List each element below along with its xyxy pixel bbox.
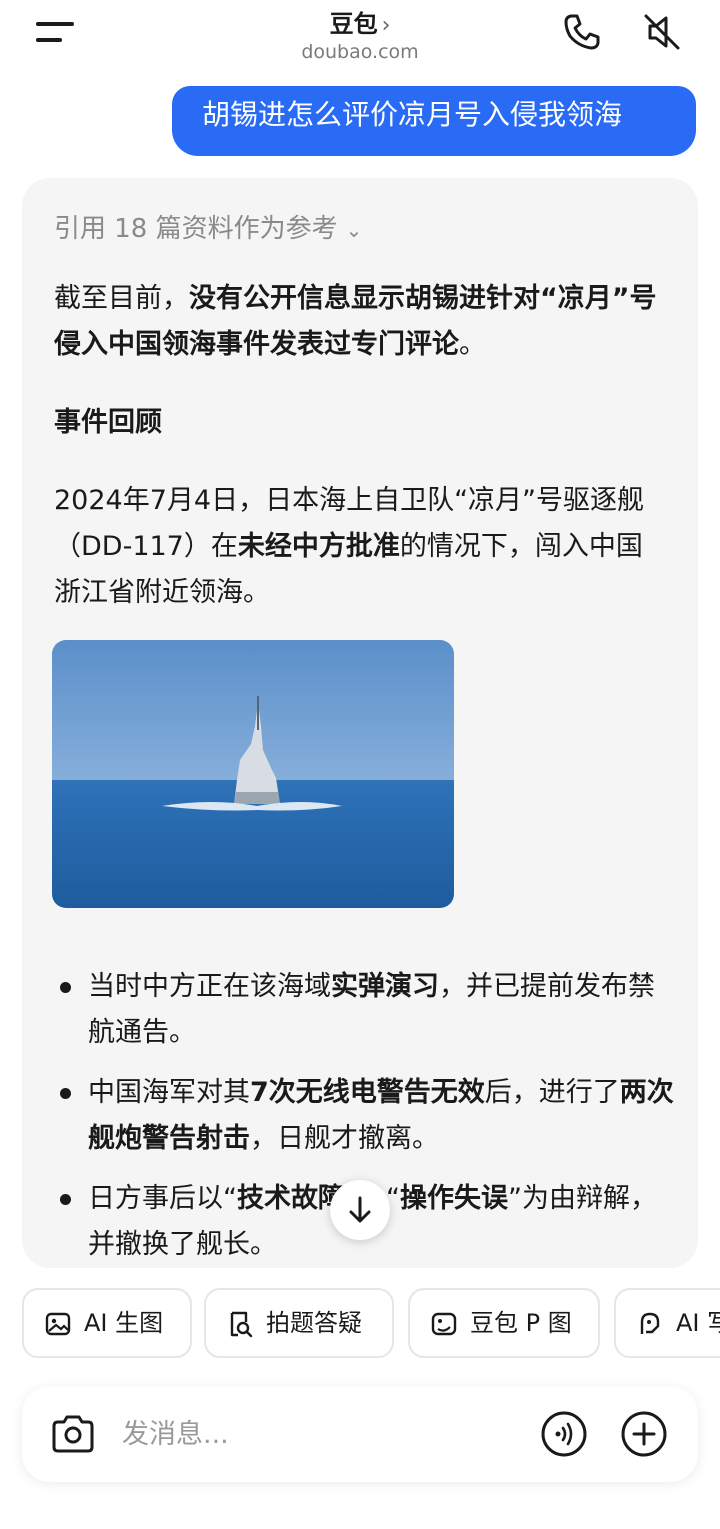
event-paragraph: 2024年7月4日，日本海上自卫队“凉月”号驱逐舰（DD-117）在未经中方批准… [54,485,645,608]
image-icon [45,1312,71,1336]
references-label: 引用 18 篇资料作为参考 [54,214,338,244]
message-input[interactable] [122,1410,502,1458]
chip-label: 拍题答疑 [266,1309,362,1337]
list-item: 中国海军对其7次无线电警告无效后，进行了两次舰炮警告射击，日舰才撤离。 [54,1070,674,1162]
chip-photo-question[interactable]: 拍题答疑 [204,1288,394,1358]
menu-icon[interactable] [36,20,76,46]
user-message-bubble[interactable]: 胡锡进怎么评价凉月号入侵我领海 [172,86,696,156]
add-attachment-icon[interactable] [620,1410,668,1462]
chip-label: 豆包 P 图 [470,1309,572,1337]
chip-photo-edit[interactable]: 豆包 P 图 [408,1288,600,1358]
scroll-down-button[interactable] [330,1180,390,1240]
chip-label: AI 生图 [84,1309,164,1337]
speaker-mute-icon[interactable] [642,12,682,52]
warship-photo[interactable] [52,640,454,908]
section-heading: 事件回顾 [54,407,162,438]
camera-icon[interactable] [50,1412,96,1460]
search-doc-icon [230,1311,253,1338]
phone-icon[interactable] [562,12,602,52]
chip-ai-write[interactable]: AI 写作 [614,1288,720,1358]
answer-card: 引用 18 篇资料作为参考 ⌄ 截至目前，没有公开信息显示胡锡进针对“凉月”号侵入… [22,178,698,1268]
references-toggle[interactable]: 引用 18 篇资料作为参考 ⌄ [54,208,362,245]
chip-ai-image[interactable]: AI 生图 [22,1288,192,1358]
app-domain: doubao.com [301,41,419,63]
chip-label: AI 写作 [676,1309,720,1337]
header-title-block[interactable]: 豆包 › doubao.com [260,4,460,63]
app-title[interactable]: 豆包 [330,4,378,39]
chevron-right-icon: › [381,13,391,38]
chevron-down-icon: ⌄ [345,218,363,242]
voice-call-icon[interactable] [540,1410,588,1462]
message-input-bar [22,1386,698,1482]
ai-write-icon [640,1312,660,1334]
app-header: 豆包 › doubao.com [0,0,720,80]
edit-image-icon [431,1312,457,1336]
answer-summary: 截至目前，没有公开信息显示胡锡进针对“凉月”号侵入中国领海事件发表过专门评论。 [54,283,657,360]
arrow-down-icon [349,1196,371,1223]
list-item: 当时中方正在该海域实弹演习，并已提前发布禁航通告。 [54,964,674,1056]
